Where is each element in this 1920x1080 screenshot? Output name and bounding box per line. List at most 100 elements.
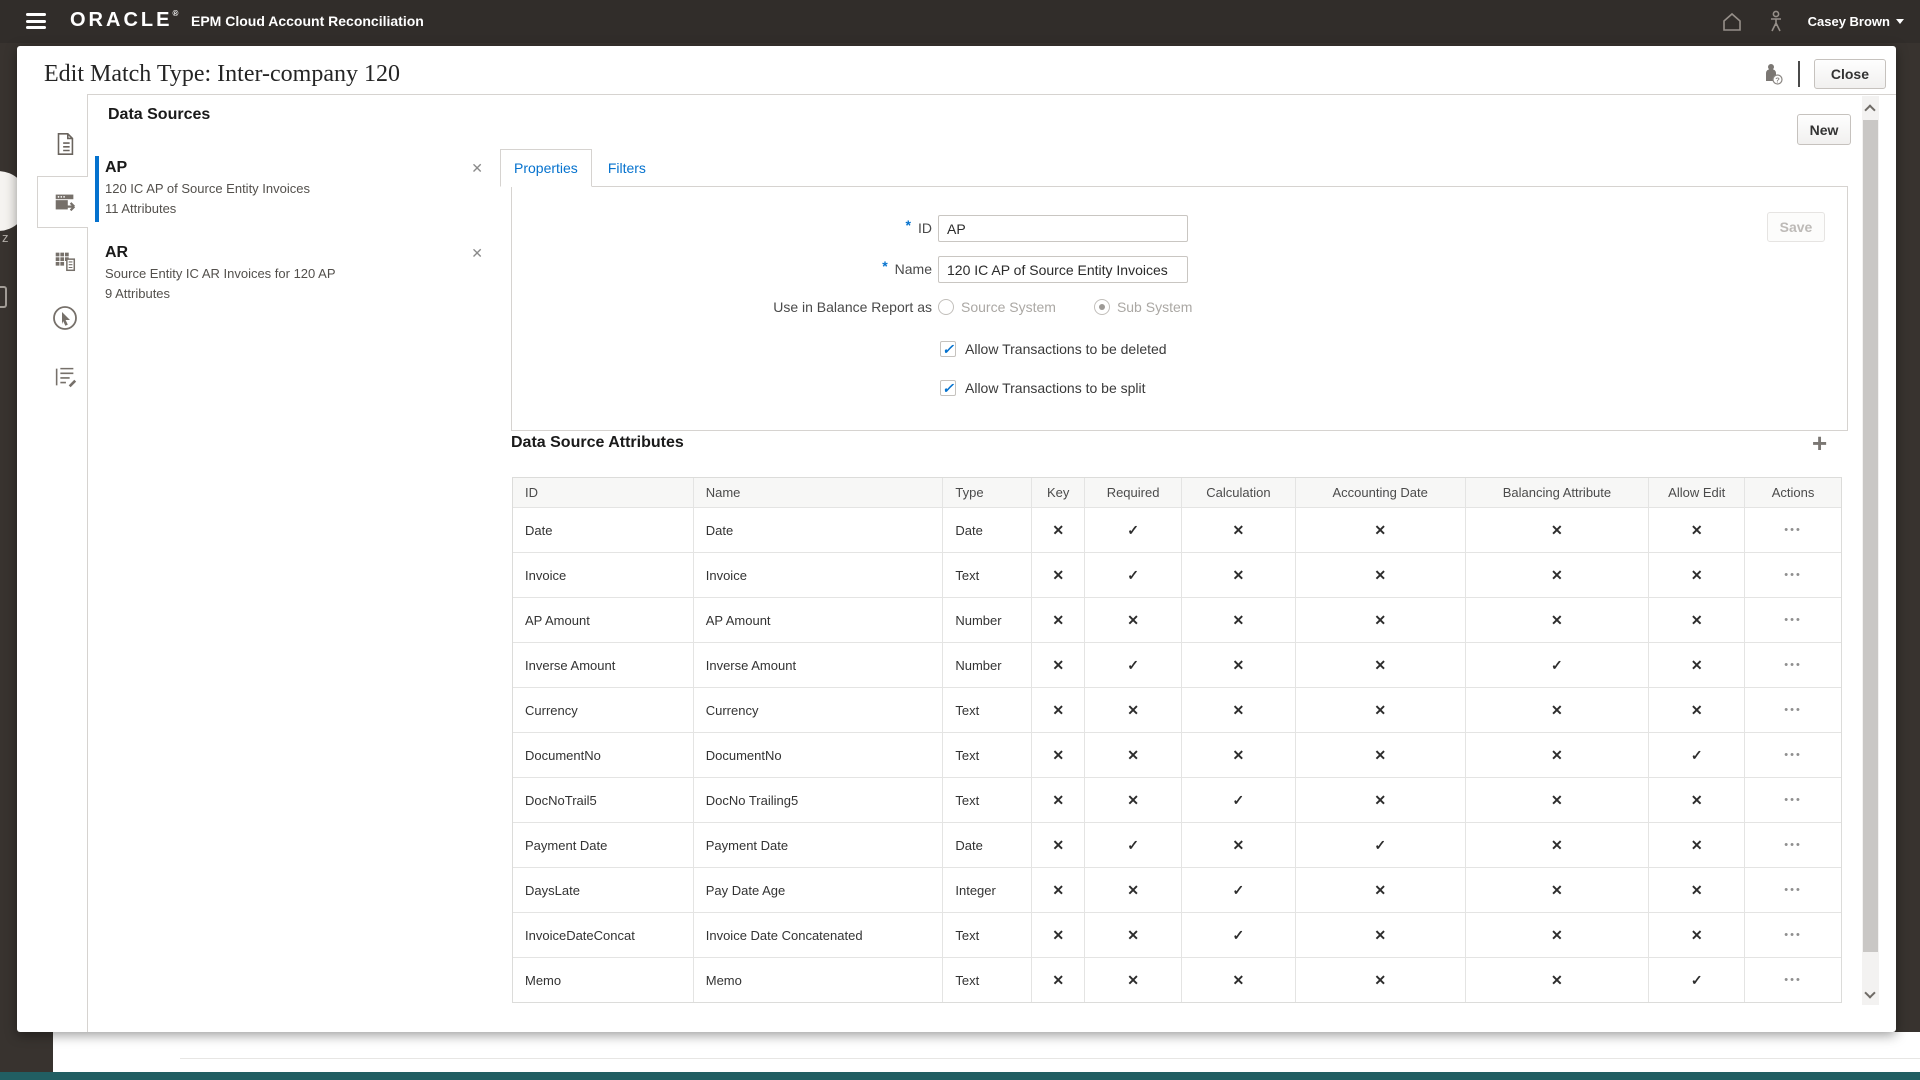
row-actions-button[interactable]: ••• xyxy=(1784,524,1802,536)
cross-icon: ✕ xyxy=(1691,522,1703,539)
key-cell: ✕ xyxy=(1032,688,1085,732)
row-actions-button[interactable]: ••• xyxy=(1784,659,1802,671)
accounting-date-cell: ✕ xyxy=(1296,958,1466,1002)
required-asterisk: * xyxy=(906,217,911,233)
accounting-date-cell: ✕ xyxy=(1296,553,1466,597)
user-menu[interactable]: Casey Brown xyxy=(1808,14,1904,29)
attribute-type-cell: Text xyxy=(943,733,1032,777)
balance-report-label: Use in Balance Report as xyxy=(662,293,932,321)
background-page-footer xyxy=(0,1032,1920,1080)
allow-edit-cell: ✕ xyxy=(1649,868,1745,912)
required-cell: ✓ xyxy=(1085,553,1182,597)
cross-icon: ✕ xyxy=(1374,927,1386,944)
properties-panel: Save *ID *Name Use in Balance Report as … xyxy=(511,186,1848,431)
balance-report-radio-group: Source System Sub System xyxy=(938,293,1230,321)
name-input[interactable] xyxy=(938,256,1188,283)
attribute-id-cell: Invoice xyxy=(513,553,694,597)
new-button[interactable]: New xyxy=(1797,114,1851,145)
selected-rail-tab xyxy=(37,176,88,228)
checkbox-allow-transactions-to-be-deleted[interactable]: ✓ Allow Transactions to be deleted xyxy=(940,339,1167,359)
id-input[interactable] xyxy=(938,215,1188,242)
attribute-type-cell: Text xyxy=(943,778,1032,822)
accounting-date-cell: ✕ xyxy=(1296,733,1466,777)
scroll-up-icon[interactable] xyxy=(1864,104,1875,115)
vertical-scrollbar[interactable] xyxy=(1862,96,1879,1005)
radio-source-system[interactable]: Source System xyxy=(938,299,1056,315)
attribute-name-cell: Date xyxy=(694,508,944,552)
row-actions-button[interactable]: ••• xyxy=(1784,569,1802,581)
accounting-date-cell: ✕ xyxy=(1296,913,1466,957)
row-actions-button[interactable]: ••• xyxy=(1784,929,1802,941)
balancing-attribute-cell: ✕ xyxy=(1466,913,1650,957)
tab-properties[interactable]: Properties xyxy=(500,149,592,187)
calculation-cell: ✕ xyxy=(1182,823,1296,867)
data-sources-icon[interactable] xyxy=(50,187,80,217)
scrollbar-thumb[interactable] xyxy=(1863,120,1878,952)
cross-icon: ✕ xyxy=(1551,792,1563,809)
cross-icon: ✕ xyxy=(1551,522,1563,539)
cross-icon: ✕ xyxy=(1052,837,1064,854)
check-icon: ✓ xyxy=(1127,522,1139,539)
attribute-row-date: DateDateDate✕✓✕✕✕✕••• xyxy=(513,507,1841,552)
allow-edit-cell: ✕ xyxy=(1649,913,1745,957)
row-actions-button[interactable]: ••• xyxy=(1784,974,1802,986)
background-fragment xyxy=(0,286,7,308)
properties-doc-icon[interactable] xyxy=(50,129,80,159)
header-divider xyxy=(1798,61,1800,87)
row-actions-button[interactable]: ••• xyxy=(1784,884,1802,896)
data-source-item-AR[interactable]: ARSource Entity IC AR Invoices for 120 A… xyxy=(105,243,483,303)
attribute-type-cell: Date xyxy=(943,823,1032,867)
data-source-item-AP[interactable]: AP120 IC AP of Source Entity Invoices11 … xyxy=(105,158,483,218)
calculation-cell: ✓ xyxy=(1182,778,1296,822)
attribute-id-cell: Payment Date xyxy=(513,823,694,867)
required-cell: ✓ xyxy=(1085,508,1182,552)
attribute-row-dayslate: DaysLatePay Date AgeInteger✕✕✓✕✕✕••• xyxy=(513,867,1841,912)
selection-indicator xyxy=(95,156,99,222)
checkbox-icon: ✓ xyxy=(940,341,956,357)
checkbox-label: Allow Transactions to be split xyxy=(965,380,1146,396)
cross-icon: ✕ xyxy=(1052,612,1064,629)
row-actions-button[interactable]: ••• xyxy=(1784,749,1802,761)
row-actions-button[interactable]: ••• xyxy=(1784,614,1802,626)
actions-cell: ••• xyxy=(1745,733,1841,777)
user-icon[interactable] xyxy=(1766,10,1786,34)
row-actions-button[interactable]: ••• xyxy=(1784,839,1802,851)
tab-filters[interactable]: Filters xyxy=(592,149,662,187)
cross-icon: ✕ xyxy=(1691,792,1703,809)
edit-list-icon[interactable] xyxy=(50,362,80,392)
checkbox-allow-transactions-to-be-split[interactable]: ✓Allow Transactions to be split xyxy=(940,378,1146,398)
home-icon[interactable] xyxy=(1720,10,1744,34)
scroll-down-icon[interactable] xyxy=(1864,987,1875,998)
attribute-row-invoice: InvoiceInvoiceText✕✓✕✕✕✕••• xyxy=(513,552,1841,597)
allow-edit-cell: ✓ xyxy=(1649,958,1745,1002)
required-cell: ✕ xyxy=(1085,913,1182,957)
cross-icon: ✕ xyxy=(1052,747,1064,764)
remove-data-source-button[interactable]: ✕ xyxy=(471,160,483,177)
accounting-date-cell: ✓ xyxy=(1296,823,1466,867)
attribute-row-docnotrail5: DocNoTrail5DocNo Trailing5Text✕✕✓✕✕✕••• xyxy=(513,777,1841,822)
cross-icon: ✕ xyxy=(1691,882,1703,899)
check-icon: ✓ xyxy=(1374,837,1386,854)
user-assist-icon[interactable]: ? xyxy=(1762,62,1784,86)
attribute-id-cell: Inverse Amount xyxy=(513,643,694,687)
menu-icon[interactable] xyxy=(26,13,46,29)
column-header-name: Name xyxy=(694,478,944,507)
table-clipboard-icon[interactable] xyxy=(50,246,80,276)
remove-data-source-button[interactable]: ✕ xyxy=(471,245,483,262)
cross-icon: ✕ xyxy=(1052,567,1064,584)
cross-icon: ✕ xyxy=(1233,702,1245,719)
row-actions-button[interactable]: ••• xyxy=(1784,704,1802,716)
check-icon: ✓ xyxy=(1127,567,1139,584)
attribute-name-cell: DocumentNo xyxy=(694,733,944,777)
row-actions-button[interactable]: ••• xyxy=(1784,794,1802,806)
checkbox-label: Allow Transactions to be deleted xyxy=(965,341,1167,357)
radio-sub-system[interactable]: Sub System xyxy=(1094,299,1192,315)
attribute-type-cell: Number xyxy=(943,643,1032,687)
add-attribute-button[interactable]: + xyxy=(1812,430,1827,456)
caret-down-icon xyxy=(1896,19,1904,24)
close-button[interactable]: Close xyxy=(1814,59,1886,89)
cross-icon: ✕ xyxy=(1551,882,1563,899)
pointer-icon[interactable] xyxy=(50,303,80,333)
attribute-row-currency: CurrencyCurrencyText✕✕✕✕✕✕••• xyxy=(513,687,1841,732)
cross-icon: ✕ xyxy=(1052,522,1064,539)
